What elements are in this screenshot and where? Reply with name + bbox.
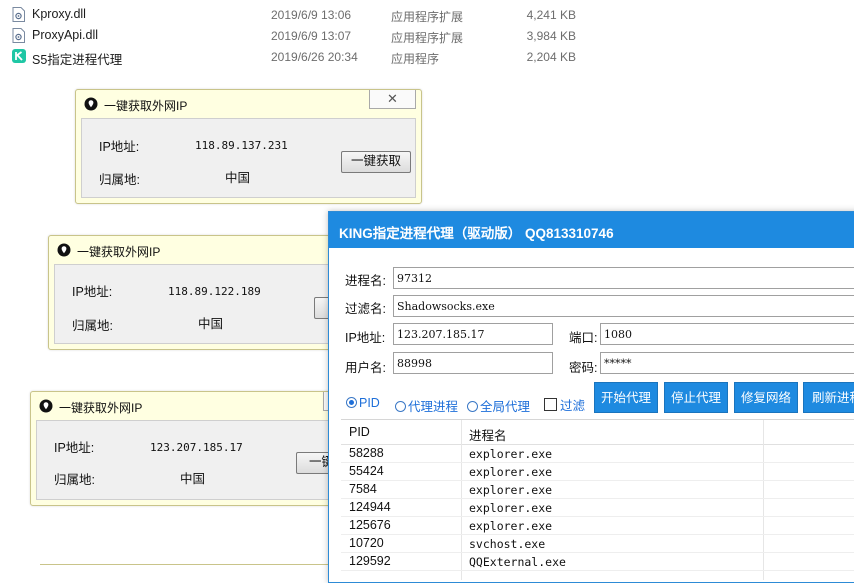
table-row[interactable]: 7584 explorer.exe [341, 480, 854, 499]
fetch-ip-button[interactable]: 一键获取 [341, 151, 411, 173]
port-label: 端口: [569, 331, 598, 345]
ip-value: 118.89.122.189 [168, 285, 261, 298]
window-title: 一键获取外网IP [77, 245, 161, 259]
filter-input[interactable]: Shadowsocks.exe [393, 295, 854, 317]
window-title: 一键获取外网IP [104, 99, 188, 113]
king-proxy-window: KING指定进程代理（驱动版） QQ813310746 进程名: 97312 过… [328, 211, 854, 583]
file-row[interactable]: Kproxy.dll 2019/6/9 13:06 应用程序扩展 4,241 K… [0, 5, 854, 25]
window-edge [40, 564, 340, 565]
repair-network-button[interactable]: 修复网络 [734, 382, 798, 413]
ip-value: 123.207.185.17 [150, 441, 243, 454]
port-input[interactable]: 1080 [600, 323, 854, 345]
file-name: Kproxy.dll [32, 7, 86, 21]
ip-window: 一键获取外网IP ✕ IP地址: 118.89.137.231 归属地: 中国 … [75, 89, 422, 204]
file-type: 应用程序扩展 [391, 31, 464, 45]
location-label: 归属地: [54, 473, 95, 487]
close-button[interactable]: ✕ [369, 90, 416, 109]
location-value: 中国 [198, 317, 224, 331]
file-date: 2019/6/9 13:07 [271, 29, 352, 43]
ip-label: IP地址: [99, 140, 140, 154]
radio-unchecked-icon [395, 401, 406, 412]
window-content: IP地址: 118.89.137.231 归属地: 中国 一键获取 [81, 118, 416, 198]
file-type: 应用程序扩展 [391, 10, 464, 24]
location-pin-icon [57, 243, 71, 257]
file-name: ProxyApi.dll [32, 28, 98, 42]
window-title: 一键获取外网IP [59, 401, 143, 415]
radio-unchecked-icon [467, 401, 478, 412]
window-content: IP地址: 123.207.185.17 归属地: 中国 一键 [36, 420, 378, 500]
username-label: 用户名: [345, 361, 386, 375]
column-header-process-name[interactable]: 进程名 [469, 425, 507, 444]
location-value: 中国 [180, 472, 206, 486]
table-row[interactable]: 55424 explorer.exe [341, 462, 854, 481]
ip-label: IP地址: [72, 285, 113, 299]
password-label: 密码: [569, 361, 598, 375]
checkbox-icon [544, 398, 557, 411]
location-label: 归属地: [99, 173, 140, 187]
table-row[interactable]: 58288 explorer.exe [341, 444, 854, 463]
window-body: 进程名: 97312 过滤名: Shadowsocks.exe IP地址: 12… [329, 248, 854, 582]
location-label: 归属地: [72, 319, 113, 333]
window-titlebar[interactable]: KING指定进程代理（驱动版） QQ813310746 [329, 212, 854, 248]
password-input[interactable]: ***** [600, 352, 854, 374]
filter-label: 过滤名: [345, 302, 386, 316]
process-table: PID 进程名 58288 explorer.exe 55424 explorer.… [341, 419, 854, 580]
file-type: 应用程序 [391, 52, 440, 66]
file-size: 2,204 KB [526, 50, 576, 64]
username-input[interactable]: 88998 [393, 352, 553, 374]
file-size: 3,984 KB [526, 29, 576, 43]
location-pin-icon [84, 97, 98, 111]
table-row[interactable]: 10720 svchost.exe [341, 534, 854, 553]
process-input[interactable]: 97312 [393, 267, 854, 289]
ip-input[interactable]: 123.207.185.17 [393, 323, 553, 345]
table-header: PID 进程名 [341, 420, 854, 445]
table-row[interactable]: 124944 explorer.exe [341, 498, 854, 517]
start-proxy-button[interactable]: 开始代理 [594, 382, 658, 413]
ip-label: IP地址: [54, 441, 95, 455]
refresh-process-button[interactable]: 刷新进程 [803, 382, 854, 413]
app-k-icon [12, 49, 26, 63]
stop-proxy-button[interactable]: 停止代理 [664, 382, 728, 413]
dll-file-icon [12, 28, 25, 43]
mode-proxy-process-radio[interactable]: 代理进程 [395, 396, 458, 415]
window-title: KING指定进程代理（驱动版） QQ813310746 [339, 226, 614, 241]
file-name: S5指定进程代理 [32, 53, 123, 67]
mode-global-radio[interactable]: 全局代理 [467, 396, 530, 415]
radio-checked-icon [346, 397, 357, 408]
ip-window: 一键获取外网IP IP地址: 123.207.185.17 归属地: 中国 一键 [30, 391, 378, 506]
filter-checkbox[interactable]: 过滤 [544, 395, 585, 414]
ip-label: IP地址: [345, 331, 386, 345]
ip-value: 118.89.137.231 [195, 139, 288, 152]
table-row[interactable]: 125676 explorer.exe [341, 516, 854, 535]
window-titlebar[interactable]: 一键获取外网IP ✕ [76, 90, 421, 118]
window-titlebar[interactable]: 一键获取外网IP [31, 392, 376, 420]
location-pin-icon [39, 399, 53, 413]
mode-pid-radio[interactable]: PID [346, 396, 380, 410]
location-value: 中国 [225, 171, 251, 185]
table-row[interactable]: 129592 QQExternal.exe [341, 552, 854, 571]
file-row[interactable]: S5指定进程代理 2019/6/26 20:34 应用程序 2,204 KB [0, 47, 854, 67]
file-date: 2019/6/26 20:34 [271, 50, 358, 64]
dll-file-icon [12, 7, 25, 22]
file-size: 4,241 KB [526, 8, 576, 22]
file-row[interactable]: ProxyApi.dll 2019/6/9 13:07 应用程序扩展 3,984… [0, 26, 854, 46]
process-label: 进程名: [345, 274, 386, 288]
column-header-pid[interactable]: PID [349, 425, 370, 439]
file-date: 2019/6/9 13:06 [271, 8, 352, 22]
